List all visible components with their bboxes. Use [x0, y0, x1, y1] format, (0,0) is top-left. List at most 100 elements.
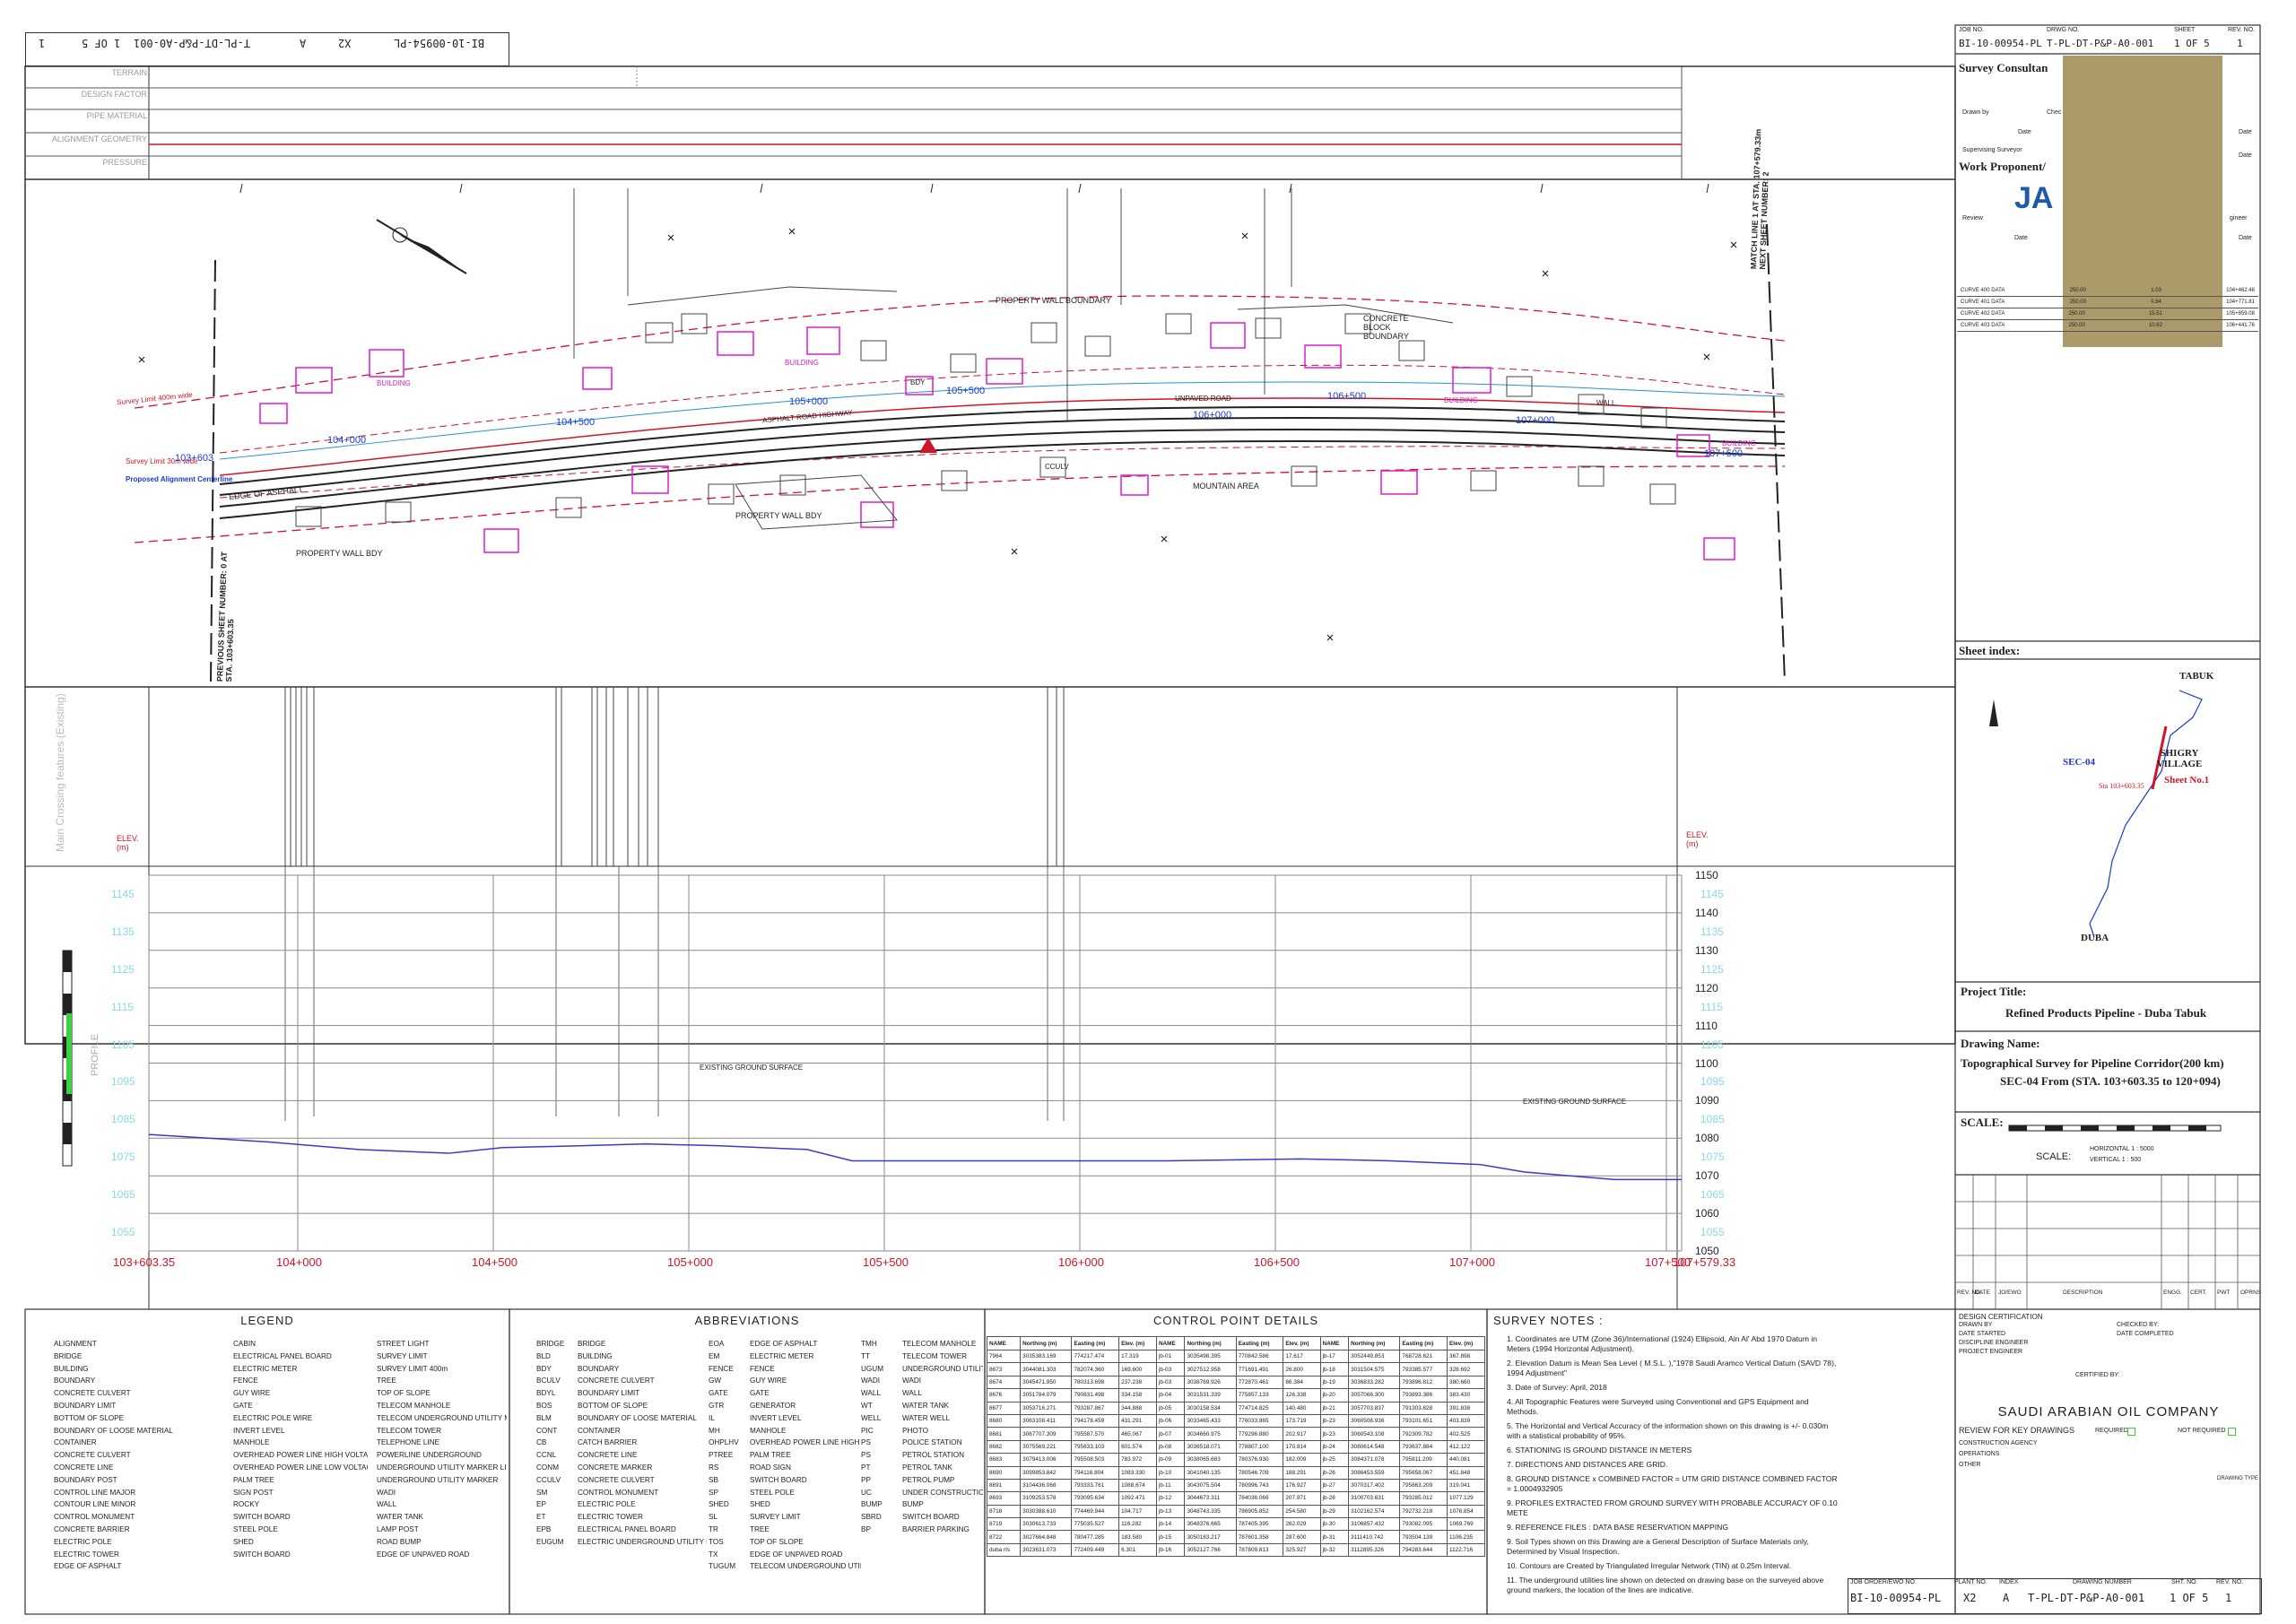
drawn-by-label: Drawn by [1962, 109, 1989, 116]
table-header-cell: Easting (m) [1235, 1336, 1284, 1350]
bottom-job-label: JOB ORDER/EWO NO. [1850, 1579, 1917, 1585]
supervising-label: Supervising Surveyor [1962, 147, 2022, 153]
table-cell: jb-07 [1155, 1427, 1186, 1441]
project-title-label: Project Title: [1961, 985, 2027, 998]
table-cell: 8674 [986, 1375, 1022, 1390]
abbreviation-item: PTREE PALM TREE [709, 1451, 791, 1460]
plan-station-8: 107+500 [1704, 448, 1744, 459]
table-cell: 776033.865 [1235, 1413, 1284, 1429]
revision-header: ENGG. [2163, 1290, 2182, 1296]
table-cell: 237.238 [1118, 1375, 1157, 1390]
table-cell: 8682 [986, 1439, 1022, 1455]
legend-item: TELECOM UNDERGROUND UTILITY MARKER [377, 1413, 507, 1422]
elevation-ghost-label: 1105 [111, 1038, 135, 1051]
table-cell: 3057703.837 [1348, 1401, 1401, 1415]
table-cell: jb-10 [1155, 1465, 1186, 1480]
map-tabuk: TABUK [2179, 671, 2214, 682]
table-cell: 367.898 [1447, 1349, 1485, 1364]
checked-label: Chec [2047, 109, 2062, 116]
abbreviation-item: EP ELECTRIC POLE [536, 1500, 636, 1509]
legend-item: BOUNDARY LIMIT [54, 1401, 117, 1410]
table-cell: 793637.884 [1399, 1439, 1448, 1455]
legend-item: CONCRETE CULVERT [54, 1389, 131, 1398]
profile-side-label: PROFILE [90, 1033, 100, 1076]
legend-item: TELECOM TOWER [377, 1426, 442, 1435]
table-cell: 795508.503 [1071, 1453, 1120, 1467]
table-cell: 780313.698 [1071, 1375, 1120, 1390]
bottom-index-label: INDEX [1999, 1579, 2019, 1585]
table-cell: jb-18 [1319, 1362, 1350, 1376]
table-cell: 3044081.303 [1020, 1362, 1073, 1376]
table-cell: 287.600 [1283, 1530, 1321, 1544]
elevation-ghost-label: 1065 [111, 1188, 135, 1202]
abbreviation-item: TR TREE [709, 1524, 770, 1533]
bottom-index: A [2003, 1592, 2010, 1604]
survey-note: 7. DIRECTIONS AND DISTANCES ARE GRID. [1507, 1460, 1668, 1469]
table-cell: 3036518.071 [1184, 1439, 1237, 1455]
legend-item: BUILDING [54, 1364, 89, 1373]
survey-note: 5. The Horizontal and Vertical Accuracy … [1507, 1421, 1829, 1440]
legend-item: LAMP POST [377, 1524, 419, 1533]
strip-row-alignment: ALIGNMENT GEOMETRY [51, 135, 147, 143]
table-row: 8673 3044081.303 782074.360 169.600 jb-03 302… [986, 1362, 1485, 1376]
map-sta: Sta 103+603.35 [2099, 782, 2144, 790]
table-cell: 1077.129 [1447, 1491, 1485, 1506]
strip-row-labels: TERRAIN DESIGN FACTOR PIPE MATERIAL ALIG… [27, 68, 147, 181]
legend-item: ELECTRIC POLE [54, 1537, 112, 1546]
review-label: Review [1962, 215, 1983, 221]
map-duba: DUBA [2081, 933, 2109, 943]
legend-item: ROCKY [233, 1500, 260, 1509]
abbreviation-item: SB SWITCH BOARD [709, 1475, 807, 1484]
table-cell: 140.480 [1283, 1401, 1321, 1415]
table-cell: 3060508.936 [1348, 1413, 1401, 1429]
abbreviation-item: SHED SHED [709, 1500, 770, 1509]
strip-grid [25, 66, 1683, 179]
table-cell: 86.384 [1283, 1375, 1321, 1390]
table-cell: 176.927 [1283, 1478, 1321, 1493]
building-label-2: BUILDING [785, 359, 819, 367]
elevation-ghost-label: 1125 [111, 962, 135, 976]
table-row: 8693 3109253.578 793095.634 1092.471 jb-12 30… [986, 1491, 1485, 1506]
legend-item: ALIGNMENT [54, 1340, 97, 1348]
table-cell: 793287.867 [1071, 1401, 1120, 1415]
abbreviation-item: IL INVERT LEVEL [709, 1413, 802, 1422]
building-label-4: BUILDING [1722, 439, 1756, 447]
elevation-ghost-label: 1135 [1700, 925, 1724, 938]
table-cell: 380.660 [1447, 1375, 1485, 1390]
date-label-3: Date [2239, 152, 2252, 159]
building-label-1: BUILDING [377, 379, 411, 387]
legend-item: SIGN POST [233, 1488, 274, 1497]
legend-item: BOTTOM OF SLOPE [54, 1413, 125, 1422]
table-cell: 792732.218 [1399, 1504, 1448, 1519]
abbreviation-item: PS POLICE STATION [861, 1438, 962, 1447]
date-label-5: Date [2239, 235, 2252, 241]
table-cell: 412.122 [1447, 1439, 1485, 1455]
strip-row-pressure: PRESSURE [102, 158, 147, 167]
abbreviation-item: UC UNDER CONSTRUCTION [861, 1488, 983, 1497]
design-cert-label: DESIGN CERTIFICATION [1959, 1313, 2043, 1321]
profile-station-label: 104+000 [276, 1255, 322, 1269]
table-cell: 8693 [986, 1491, 1022, 1506]
table-cell: 188.291 [1283, 1465, 1321, 1480]
table-cell: jb-19 [1319, 1375, 1350, 1390]
table-cell: jb-14 [1155, 1517, 1186, 1532]
required-checkbox[interactable] [2127, 1428, 2135, 1436]
survey-note: 6. STATIONING IS GROUND DISTANCE IN METE… [1507, 1446, 1692, 1455]
not-required-checkbox[interactable] [2228, 1428, 2236, 1436]
elevation-label: 1140 [1695, 906, 1718, 919]
table-cell: 779296.880 [1235, 1427, 1284, 1441]
profile-station-label: 107+000 [1449, 1255, 1495, 1269]
table-cell: 3053716.271 [1020, 1401, 1073, 1415]
table-cell: jb-03 [1155, 1362, 1186, 1376]
sheet-index-map [2089, 690, 2203, 938]
table-cell: 1122.716 [1447, 1542, 1485, 1558]
table-cell: 1083.330 [1118, 1465, 1157, 1480]
map-sheet-no: Sheet No.1 [2164, 775, 2210, 786]
table-cell: 3100703.631 [1348, 1491, 1401, 1506]
legend-item: STEEL POLE [233, 1524, 278, 1533]
table-cell: 3084371.078 [1348, 1453, 1401, 1467]
table-cell: 3060543.108 [1348, 1427, 1401, 1441]
legend-item: SWITCH BOARD [233, 1550, 291, 1559]
survey-notes-list: 1. Coordinates are UTM (Zone 36)/Interna… [1507, 1334, 1839, 1600]
table-cell: 768728.621 [1399, 1349, 1448, 1364]
